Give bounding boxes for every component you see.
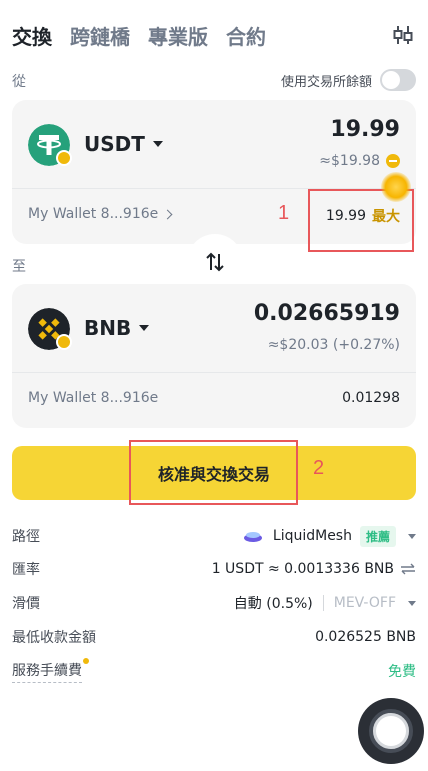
to-wallet-row: My Wallet 8...916e 0.01298 [12, 373, 416, 428]
caret-down-icon [408, 533, 416, 539]
chain-badge-icon [56, 150, 72, 166]
floating-assistive-button[interactable] [358, 698, 424, 764]
annotation-number-1: 1 [278, 202, 290, 224]
to-balance-value: 0.01298 [342, 390, 400, 406]
coin-icon [386, 154, 400, 168]
min-received-label: 最低收款金額 [12, 630, 96, 646]
from-token-name: USDT [84, 132, 145, 156]
rate-value-group: 1 USDT ≈ 0.0013336 BNB [212, 561, 416, 577]
caret-down-icon [152, 141, 163, 147]
to-label: 至 [12, 259, 26, 275]
to-token-row: BNB 0.02665919 ≈$20.03 (+0.27%) [12, 284, 416, 372]
rate-value: 1 USDT ≈ 0.0013336 BNB [211, 561, 394, 577]
notification-dot-icon [83, 657, 89, 664]
annotation-number-2: 2 [313, 457, 325, 479]
from-wallet-label: My Wallet 8...916e [28, 206, 159, 222]
tab-swap[interactable]: 交換 [12, 21, 52, 50]
to-card: BNB 0.02665919 ≈$20.03 (+0.27%) My Walle… [12, 284, 416, 428]
to-fiat-value: ≈$20.03 (+0.27%) [267, 337, 400, 353]
route-row[interactable]: 路徑 LiquidMesh 推薦 [12, 525, 416, 547]
exchange-balance-toggle-row: 使用交易所餘額 [281, 69, 416, 91]
from-fiat-value: ≈$19.98 [319, 153, 400, 169]
liquidmesh-logo-icon [243, 532, 262, 542]
rate-label: 匯率 [12, 562, 40, 578]
swap-arrows-icon [206, 252, 224, 272]
chain-badge-icon [56, 334, 72, 350]
route-label: 路徑 [12, 529, 40, 545]
min-received-row: 最低收款金額 0.026525 BNB [12, 626, 416, 648]
exchange-balance-label: 使用交易所餘額 [280, 74, 372, 90]
slippage-row: 滑價 自動 (0.5%) MEV-OFF [12, 592, 416, 614]
exchange-balance-toggle[interactable] [380, 69, 416, 91]
invert-rate-icon[interactable] [400, 563, 416, 575]
settings-sliders-icon[interactable] [390, 22, 416, 48]
route-value-group: LiquidMesh 推薦 [243, 525, 416, 547]
fee-row: 服務手續費 免費 [12, 657, 416, 683]
slippage-value-group: 自動 (0.5%) MEV-OFF [234, 593, 416, 613]
swap-direction-button[interactable] [187, 234, 243, 290]
to-amount: 0.02665919 [253, 301, 400, 326]
from-label: 從 [12, 74, 26, 90]
mev-value: MEV-OFF [333, 595, 396, 611]
from-amount-input[interactable]: 19.99 [330, 117, 400, 142]
annotation-box-2 [129, 440, 298, 505]
sparkle-icon [381, 172, 411, 202]
recommended-badge: 推薦 [359, 525, 396, 547]
chevron-right-icon [162, 209, 173, 219]
fee-label-text: 服務手續費 [12, 662, 82, 679]
fee-label[interactable]: 服務手續費 [12, 657, 89, 683]
rate-row: 匯率 1 USDT ≈ 0.0013336 BNB [12, 558, 416, 580]
slippage-value[interactable]: 自動 (0.5%) [234, 593, 313, 613]
to-token-selector[interactable]: BNB [84, 316, 150, 340]
from-token-row: USDT 19.99 ≈$19.98 [12, 100, 416, 188]
caret-down-icon [139, 325, 150, 331]
to-wallet-label[interactable]: My Wallet 8...916e [28, 390, 158, 406]
tab-futures[interactable]: 合約 [226, 21, 266, 50]
assistive-touch-icon [369, 709, 413, 753]
slippage-label: 滑價 [12, 596, 40, 612]
fee-value: 免費 [388, 664, 416, 680]
top-tabs: 交換 跨鏈橋 專業版 合約 [12, 20, 416, 50]
from-token-selector[interactable]: USDT [84, 132, 163, 156]
from-fiat-text: ≈$19.98 [319, 153, 380, 169]
mev-selector[interactable]: MEV-OFF [322, 595, 416, 611]
to-token-name: BNB [84, 316, 132, 340]
tab-pro[interactable]: 專業版 [148, 21, 208, 50]
route-value: LiquidMesh [272, 528, 352, 544]
caret-down-icon [408, 600, 416, 606]
min-received-value: 0.026525 BNB [315, 629, 416, 645]
from-wallet-selector[interactable]: My Wallet 8...916e [28, 206, 173, 222]
tab-bridge[interactable]: 跨鏈橋 [70, 21, 130, 50]
